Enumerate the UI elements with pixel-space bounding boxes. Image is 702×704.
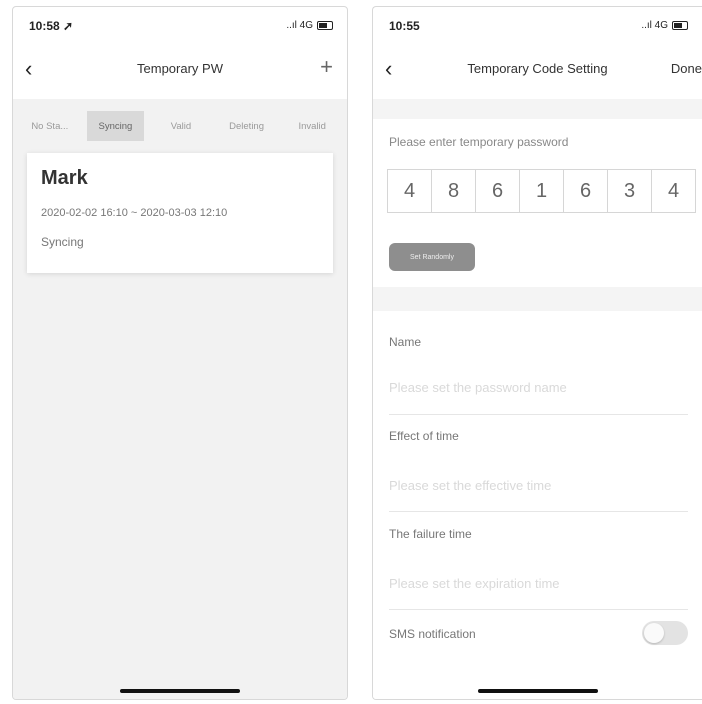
name-label: Name (389, 335, 422, 349)
password-name-input[interactable] (389, 375, 688, 399)
content-area: Please enter temporary password 4 8 6 1 … (373, 99, 702, 699)
password-record-card[interactable]: Mark 2020-02-02 16:10 ~ 2020-03-03 12:10… (27, 153, 333, 273)
tab-valid[interactable]: Valid (152, 111, 210, 141)
add-icon[interactable]: + (320, 55, 333, 79)
nav-bar: ‹ Temporary Code Setting Done (373, 51, 702, 91)
password-digit[interactable]: 4 (388, 170, 432, 212)
record-time-range: 2020-02-02 16:10 ~ 2020-03-03 12:10 (41, 207, 228, 219)
battery-icon (672, 21, 688, 30)
tab-no-status[interactable]: No Sta... (21, 111, 79, 141)
page-title: Temporary Code Setting (467, 61, 608, 76)
toggle-knob (644, 623, 664, 643)
status-bar: 10:55 ..ıl 4G (373, 7, 702, 47)
done-button[interactable]: Done (671, 61, 702, 76)
signal-indicator: ..ıl 4G (286, 20, 313, 31)
effect-time-label: Effect of time (389, 429, 459, 443)
page-title: Temporary PW (137, 61, 223, 76)
password-section: Please enter temporary password 4 8 6 1 … (373, 119, 702, 287)
settings-form: Name Effect of time The failure time SMS… (373, 311, 702, 699)
set-randomly-button[interactable]: Set Randomly (389, 243, 475, 271)
expiration-time-input[interactable] (389, 571, 688, 595)
sms-notification-toggle[interactable] (642, 621, 688, 645)
password-digit[interactable]: 3 (608, 170, 652, 212)
home-indicator[interactable] (477, 689, 598, 693)
divider (389, 511, 688, 512)
password-digit[interactable]: 6 (476, 170, 520, 212)
password-digit[interactable]: 6 (564, 170, 608, 212)
content-area: No Sta... Syncing Valid Deleting Invalid… (13, 99, 347, 699)
status-bar: 10:58 ➚ ..ıl 4G (13, 7, 347, 47)
status-time: 10:55 (389, 19, 420, 33)
tab-syncing[interactable]: Syncing (86, 111, 145, 141)
record-status: Syncing (41, 235, 84, 249)
tab-invalid[interactable]: Invalid (283, 111, 341, 141)
password-digits[interactable]: 4 8 6 1 6 3 4 (387, 169, 696, 213)
status-tabs: No Sta... Syncing Valid Deleting Invalid (21, 111, 341, 141)
sms-notification-label: SMS notification (389, 627, 476, 641)
status-icons: ..ıl 4G (641, 20, 688, 31)
effective-time-input[interactable] (389, 473, 688, 497)
temporary-code-setting-screen: 10:55 ..ıl 4G ‹ Temporary Code Setting D… (372, 6, 702, 700)
nav-bar: ‹ Temporary PW + (13, 51, 347, 91)
tab-deleting[interactable]: Deleting (218, 111, 276, 141)
temporary-pw-screen: 10:58 ➚ ..ıl 4G ‹ Temporary PW + No Sta.… (12, 6, 348, 700)
password-prompt: Please enter temporary password (389, 135, 569, 149)
failure-time-label: The failure time (389, 527, 472, 541)
status-time: 10:58 ➚ (29, 19, 74, 33)
password-digit[interactable]: 4 (652, 170, 695, 212)
record-name: Mark (41, 167, 88, 189)
battery-icon (317, 21, 333, 30)
home-indicator[interactable] (120, 689, 240, 693)
divider (389, 609, 688, 610)
password-digit[interactable]: 8 (432, 170, 476, 212)
signal-indicator: ..ıl 4G (641, 20, 668, 31)
status-icons: ..ıl 4G (286, 20, 333, 31)
password-digit[interactable]: 1 (520, 170, 564, 212)
divider (389, 414, 688, 415)
